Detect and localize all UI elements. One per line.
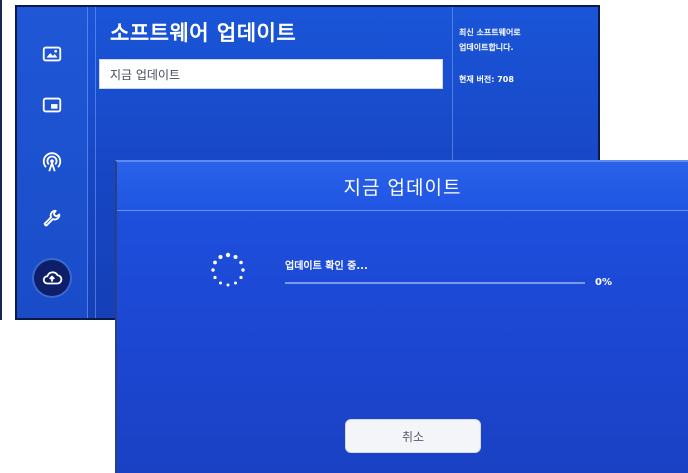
info-panel: 최신 소프트웨어로 업데이트합니다. 현재 버전: 708 [459, 25, 589, 85]
loading-spinner-icon [211, 252, 245, 287]
menu-item-label: 지금 업데이트 [110, 67, 181, 82]
content-divider [95, 7, 96, 318]
wrench-icon [43, 209, 61, 227]
update-dialog: 지금 업데이트 업데이트 확인 중... 0% 취소 [115, 160, 688, 473]
dialog-header: 지금 업데이트 [117, 162, 688, 211]
dialog-title: 지금 업데이트 [343, 176, 462, 199]
pip-icon [42, 97, 62, 113]
screen: 소프트웨어 업데이트 지금 업데이트 최신 소프트웨어로 업데이트합니다. 현재… [0, 0, 688, 473]
cloud-upload-icon [42, 271, 63, 285]
progress-bar [285, 282, 585, 284]
cancel-button[interactable]: 취소 [345, 419, 481, 453]
page-title: 소프트웨어 업데이트 [110, 21, 297, 45]
sidebar-item-picture[interactable] [37, 39, 67, 69]
sidebar-item-pip[interactable] [37, 90, 67, 120]
bezel-edge [0, 0, 2, 320]
broadcast-icon [42, 152, 62, 172]
sidebar-item-broadcast[interactable] [37, 148, 67, 178]
menu-item-update-now[interactable]: 지금 업데이트 [99, 59, 443, 89]
info-description: 최신 소프트웨어로 업데이트합니다. [459, 28, 521, 52]
progress-percent: 0% [595, 277, 612, 288]
cancel-button-label: 취소 [401, 429, 425, 444]
settings-sidebar [17, 7, 88, 318]
update-status-text: 업데이트 확인 중... [285, 261, 368, 272]
picture-icon [42, 46, 62, 62]
sidebar-item-support[interactable] [37, 205, 67, 235]
current-version: 현재 버전: 708 [459, 75, 514, 84]
sidebar-item-software-update[interactable] [34, 260, 70, 296]
